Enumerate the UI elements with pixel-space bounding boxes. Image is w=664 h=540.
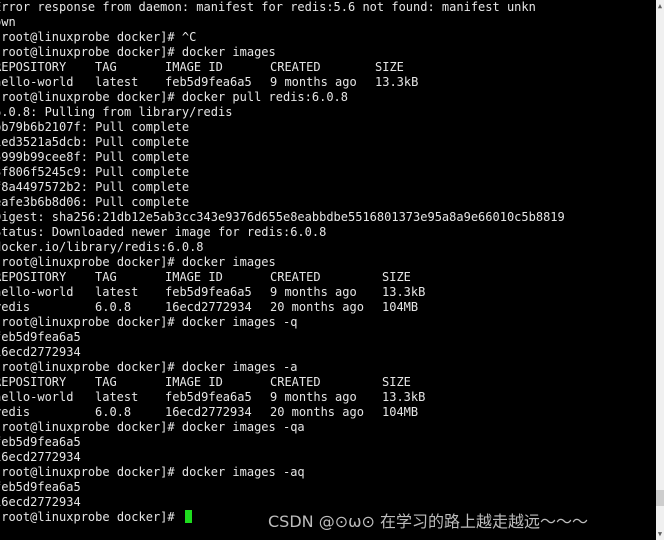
terminal-line: [root@linuxprobe docker]# docker images …: [0, 315, 298, 329]
table-cell: hello-world: [0, 75, 74, 89]
terminal-line: Error response from daemon: manifest for…: [0, 0, 536, 14]
terminal-line: feb5d9fea6a5: [0, 435, 81, 449]
table-cell: REPOSITORY: [0, 60, 67, 74]
table-cell: redis: [0, 405, 31, 419]
scrollbar-thumb[interactable]: [656, 490, 664, 506]
terminal-line: eafe3b6b8d06: Pull complete: [0, 195, 190, 209]
terminal-line: 6.0.8: Pulling from library/redis: [0, 105, 233, 119]
table-cell: 20 months ago: [270, 300, 364, 314]
prompt-line: [root@linuxprobe docker]#: [0, 510, 192, 525]
table-cell: feb5d9fea6a5: [165, 390, 252, 404]
table-cell: 6.0.8: [95, 300, 132, 314]
table-cell: 6.0.8: [95, 405, 132, 419]
terminal-line: [root@linuxprobe docker]# docker pull re…: [0, 90, 349, 104]
table-cell: 104MB: [382, 405, 419, 419]
terminal-line: [root@linuxprobe docker]# docker images: [0, 45, 276, 59]
scroll-down-arrow-icon[interactable]: ▼: [656, 530, 664, 538]
terminal-line: feb5d9fea6a5: [0, 330, 81, 344]
table-cell: hello-world: [0, 390, 74, 404]
vertical-scrollbar[interactable]: ▲ ▼: [656, 0, 664, 540]
terminal-line: [root@linuxprobe docker]# docker images …: [0, 420, 305, 434]
table-cell: SIZE: [382, 375, 411, 389]
table-cell: redis: [0, 300, 31, 314]
table-cell: 9 months ago: [270, 390, 357, 404]
table-cell: IMAGE ID: [165, 60, 223, 74]
terminal-line: docker.io/library/redis:6.0.8: [0, 240, 204, 254]
table-cell: IMAGE ID: [165, 375, 223, 389]
table-cell: TAG: [95, 270, 117, 284]
table-cell: IMAGE ID: [165, 270, 223, 284]
table-cell: REPOSITORY: [0, 375, 67, 389]
table-cell: CREATED: [270, 60, 321, 74]
terminal-line: 16ecd2772934: [0, 495, 81, 509]
table-cell: REPOSITORY: [0, 270, 67, 284]
terminal-line: 3f806f5245c9: Pull complete: [0, 165, 190, 179]
table-cell: latest: [95, 75, 139, 89]
terminal-line: 5999b99cee8f: Pull complete: [0, 150, 190, 164]
terminal-line: feb5d9fea6a5: [0, 480, 81, 494]
table-cell: 13.3kB: [375, 75, 419, 89]
terminal-line: [root@linuxprobe docker]# ^C: [0, 30, 197, 44]
table-cell: hello-world: [0, 285, 74, 299]
table-cell: SIZE: [375, 60, 404, 74]
table-cell: 20 months ago: [270, 405, 364, 419]
terminal-line: Digest: sha256:21db12e5ab3cc343e9376d655…: [0, 210, 565, 224]
terminal-line: f8a4497572b2: Pull complete: [0, 180, 190, 194]
terminal-line: [root@linuxprobe docker]# docker images …: [0, 360, 298, 374]
prompt: [root@linuxprobe docker]#: [0, 510, 182, 524]
table-cell: 16ecd2772934: [165, 405, 252, 419]
terminal-output[interactable]: Error response from daemon: manifest for…: [0, 0, 656, 540]
table-cell: latest: [95, 390, 139, 404]
table-cell: CREATED: [270, 270, 321, 284]
table-cell: feb5d9fea6a5: [165, 75, 252, 89]
scroll-up-arrow-icon[interactable]: ▲: [656, 2, 664, 10]
table-cell: CREATED: [270, 375, 321, 389]
terminal-line: own: [0, 15, 16, 29]
table-cell: TAG: [95, 60, 117, 74]
terminal-line: Status: Downloaded newer image for redis…: [0, 225, 327, 239]
table-cell: 13.3kB: [382, 285, 426, 299]
table-cell: 16ecd2772934: [165, 300, 252, 314]
terminal-line: 1ed3521a5dcb: Pull complete: [0, 135, 190, 149]
table-cell: feb5d9fea6a5: [165, 285, 252, 299]
table-cell: 9 months ago: [270, 75, 357, 89]
terminal-line: 16ecd2772934: [0, 450, 81, 464]
table-cell: latest: [95, 285, 139, 299]
cursor[interactable]: [184, 510, 192, 523]
terminal-line: 16ecd2772934: [0, 345, 81, 359]
table-cell: TAG: [95, 375, 117, 389]
table-cell: 9 months ago: [270, 285, 357, 299]
csdn-watermark: CSDN @⊙ω⊙ 在学习的路上越走越远～～～: [268, 512, 589, 531]
table-cell: 13.3kB: [382, 390, 426, 404]
table-cell: 104MB: [382, 300, 419, 314]
terminal-line: bb79b6b2107f: Pull complete: [0, 120, 190, 134]
table-cell: SIZE: [382, 270, 411, 284]
terminal-line: [root@linuxprobe docker]# docker images …: [0, 465, 305, 479]
terminal-line: [root@linuxprobe docker]# docker images: [0, 255, 276, 269]
